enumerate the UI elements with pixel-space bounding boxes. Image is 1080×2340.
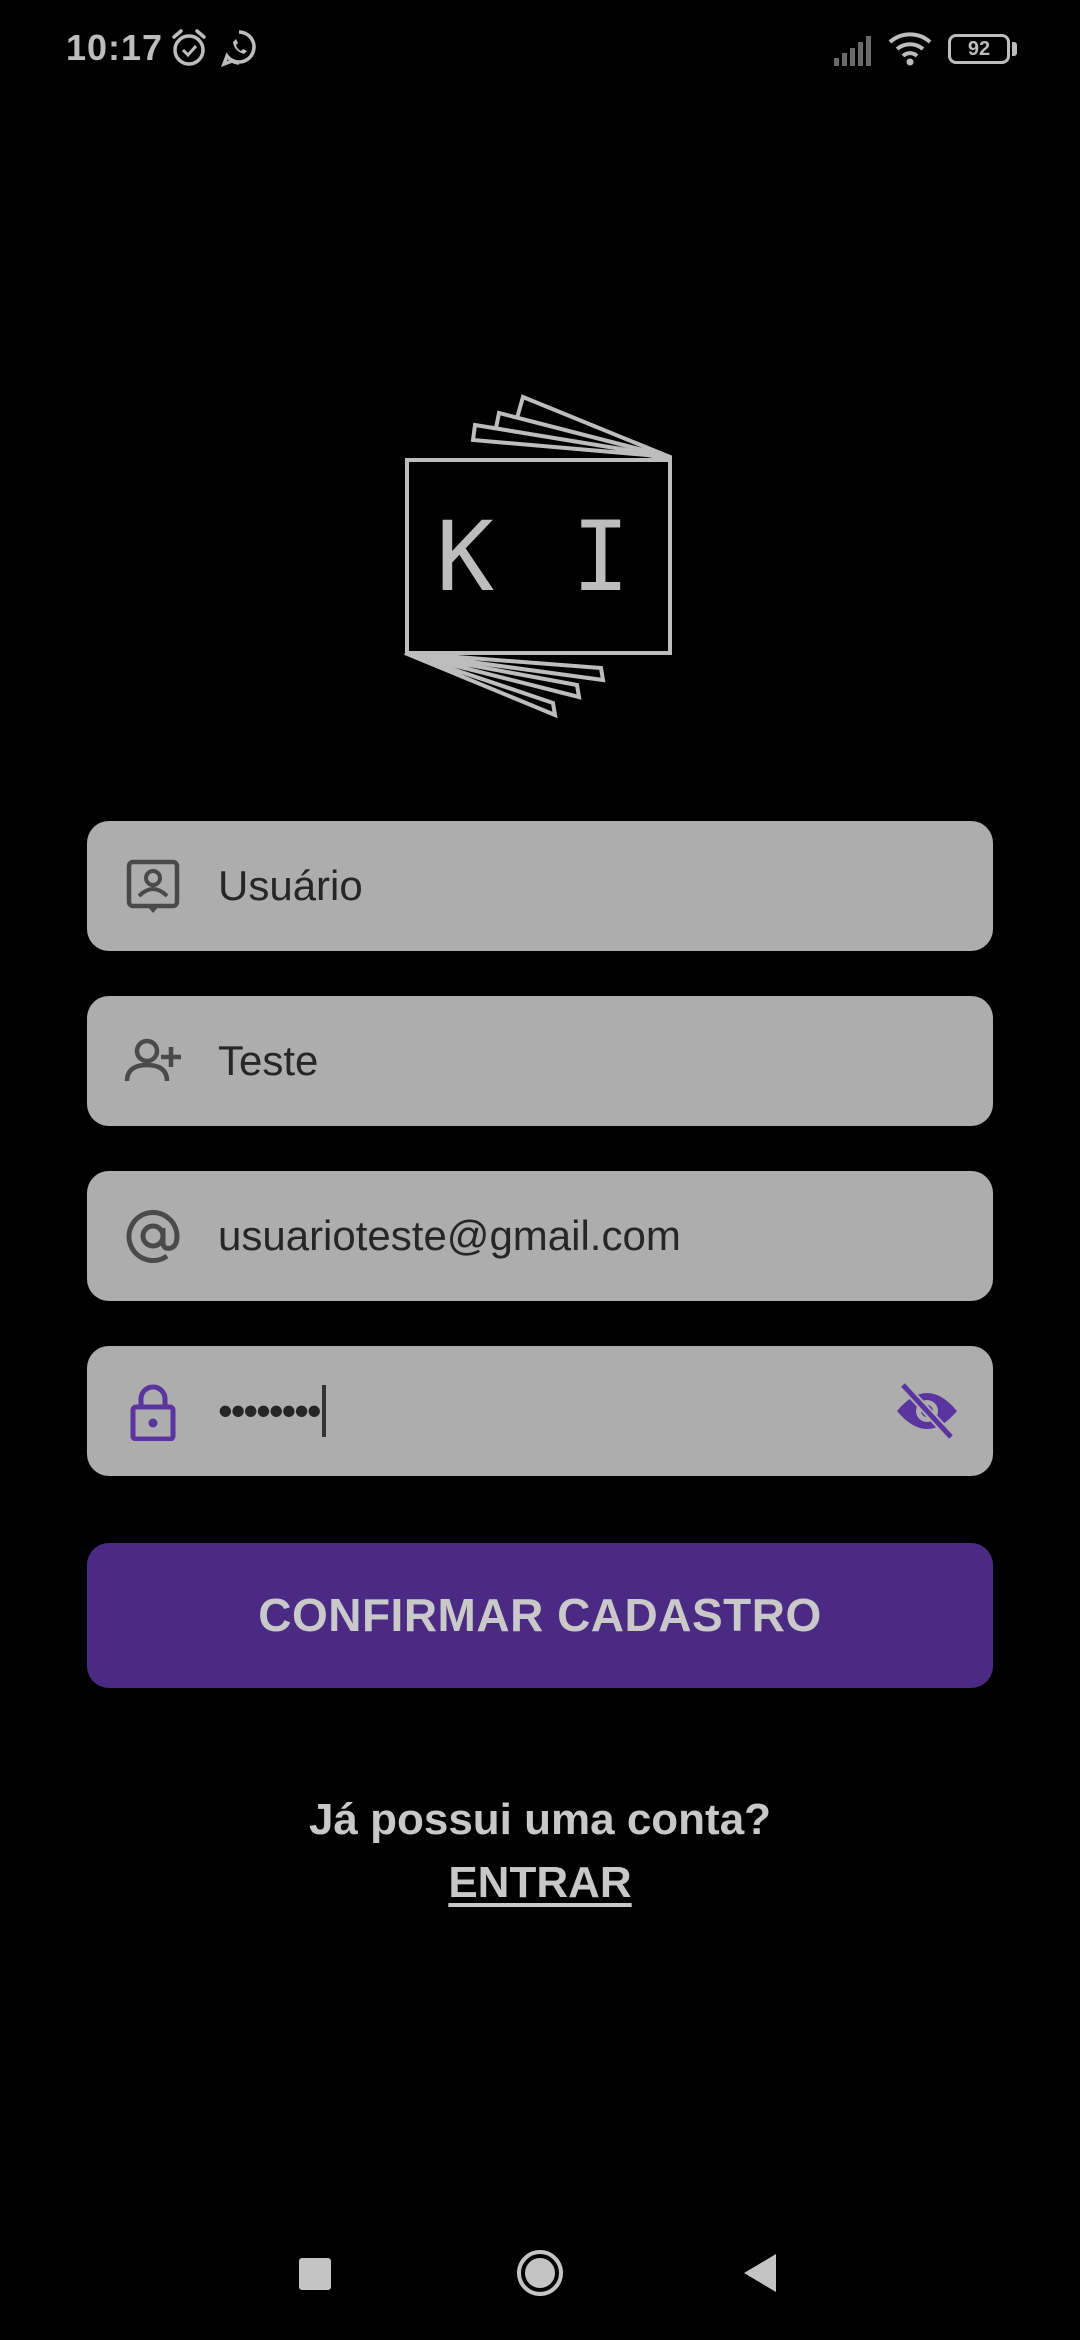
email-field[interactable]: usuarioteste@gmail.com <box>87 1171 993 1301</box>
password-field[interactable]: •••••••• <box>87 1346 993 1476</box>
battery-tip <box>1012 42 1017 56</box>
person-add-icon <box>124 1038 181 1082</box>
confirm-signup-button[interactable]: CONFIRMAR CADASTRO <box>87 1543 993 1688</box>
alarm-icon <box>172 29 206 66</box>
back-icon[interactable] <box>742 2252 778 2294</box>
name-field[interactable]: Teste <box>87 996 993 1126</box>
whatsapp-icon <box>221 30 256 67</box>
recents-icon[interactable] <box>299 2258 331 2290</box>
app-logo: K I <box>404 394 672 719</box>
signal-icon <box>834 36 871 66</box>
contact-card-icon <box>126 859 180 913</box>
logo-text: K I <box>436 501 639 613</box>
password-value: •••••••• <box>218 1387 322 1434</box>
navigation-bar <box>0 2230 1080 2320</box>
wifi-icon <box>888 32 932 66</box>
home-icon[interactable] <box>515 2248 565 2298</box>
battery-icon: 92 <box>948 34 1010 64</box>
password-input[interactable]: •••••••• <box>218 1346 326 1476</box>
have-account-text: Já possui uma conta? <box>308 1795 772 1844</box>
email-input[interactable]: usuarioteste@gmail.com <box>218 1171 681 1301</box>
eye-off-icon[interactable] <box>895 1381 959 1441</box>
name-input[interactable]: Teste <box>218 996 318 1126</box>
status-time: 10:17 <box>66 27 164 68</box>
at-sign-icon <box>126 1210 180 1263</box>
text-caret <box>321 1384 326 1437</box>
login-link-wrapper: ENTRAR <box>0 1858 1080 1908</box>
status-bar: 10:17 92 <box>0 0 1080 100</box>
username-field[interactable]: Usuário <box>87 821 993 951</box>
lock-icon <box>130 1384 176 1441</box>
username-input[interactable]: Usuário <box>218 821 363 951</box>
login-link[interactable]: ENTRAR <box>448 1858 631 1907</box>
